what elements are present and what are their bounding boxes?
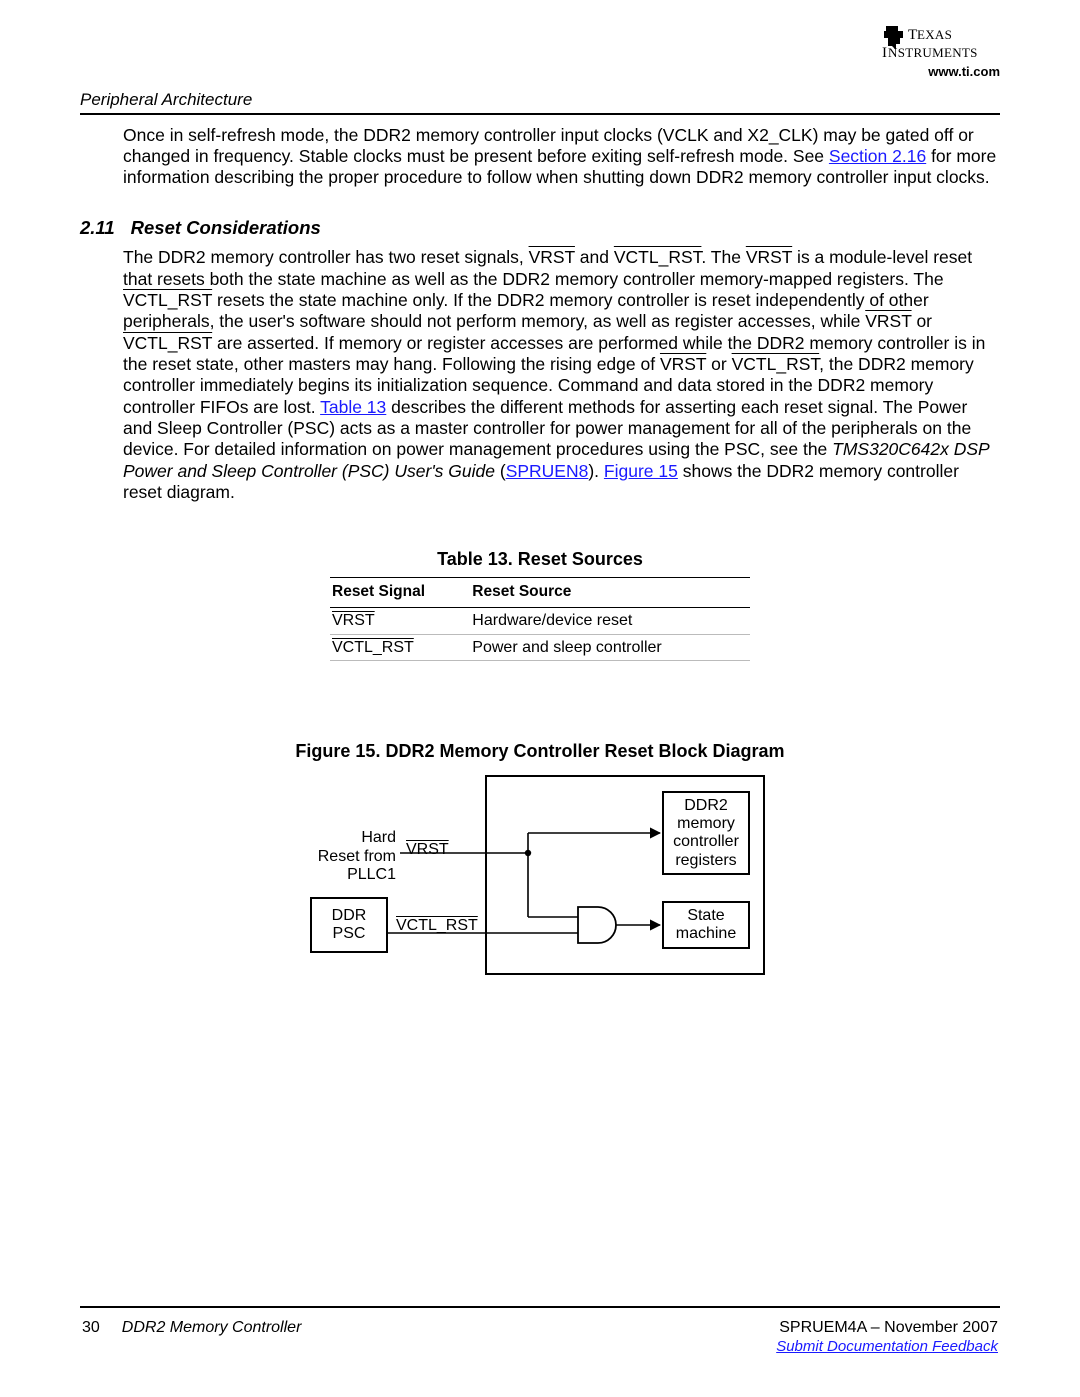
reset-block-diagram: DDR2 memory controller registers State m… — [310, 771, 770, 981]
vctl-rst-label: VCTL_RST — [396, 917, 478, 935]
svg-text:T: T — [908, 27, 917, 43]
section-heading: 2.11 Reset Considerations — [80, 217, 1000, 240]
ti-logo-svg: T EXAS I NSTRUMENTS — [880, 24, 1000, 64]
state-machine-box: State machine — [662, 901, 750, 949]
table-row: VRST Hardware/device reset — [330, 608, 750, 635]
vrst-signal: VRST — [529, 247, 575, 267]
table-caption: Table 13. Reset Sources — [330, 549, 750, 571]
vrst-label: VRST — [406, 841, 449, 859]
ddr-psc-box: DDR PSC — [310, 897, 388, 953]
reset-paragraph: The DDR2 memory controller has two reset… — [123, 247, 1000, 503]
section-label: Peripheral Architecture — [80, 90, 1000, 111]
vctl-rst-signal: VCTL_RST — [614, 247, 702, 267]
page-number: 30 — [82, 1318, 100, 1338]
intro-paragraph: Once in self-refresh mode, the DDR2 memo… — [123, 125, 1000, 189]
ddr2-registers-box: DDR2 memory controller registers — [662, 791, 750, 875]
spruen8-link[interactable]: SPRUEN8 — [506, 461, 589, 481]
table-13-link[interactable]: Table 13 — [320, 397, 386, 417]
table-header-signal: Reset Signal — [330, 578, 470, 608]
hard-reset-label: Hard Reset from PLLC1 — [306, 829, 396, 884]
section-title: Reset Considerations — [131, 217, 321, 240]
table-signal-cell: VCTL_RST — [332, 639, 414, 656]
table-source-cell: Power and sleep controller — [470, 634, 750, 661]
feedback-link[interactable]: Submit Documentation Feedback — [776, 1338, 998, 1355]
footer-pub-id: SPRUEM4A – November 2007 — [776, 1318, 998, 1338]
page-footer: 30 DDR2 Memory Controller SPRUEM4A – Nov… — [80, 1306, 1000, 1357]
table-header-source: Reset Source — [470, 578, 750, 608]
header-rule — [80, 113, 1000, 115]
table-signal-cell: VRST — [332, 612, 375, 629]
figure-15: Figure 15. DDR2 Memory Controller Reset … — [80, 741, 1000, 981]
footer-rule — [80, 1306, 1000, 1308]
reset-sources-table: Reset Signal Reset Source VRST Hardware/… — [330, 577, 750, 661]
svg-text:I: I — [882, 45, 887, 61]
svg-text:EXAS: EXAS — [917, 27, 952, 42]
ti-logo: T EXAS I NSTRUMENTS www.ti.com — [880, 24, 1000, 78]
page-header: T EXAS I NSTRUMENTS www.ti.com — [80, 24, 1000, 80]
figure-15-link[interactable]: Figure 15 — [604, 461, 678, 481]
footer-doc-title: DDR2 Memory Controller — [122, 1318, 302, 1338]
ti-url: www.ti.com — [880, 65, 1000, 78]
section-number: 2.11 — [80, 217, 115, 240]
table-source-cell: Hardware/device reset — [470, 608, 750, 635]
table-13: Table 13. Reset Sources Reset Signal Res… — [330, 549, 750, 661]
section-2-16-link[interactable]: Section 2.16 — [829, 146, 926, 166]
svg-text:NSTRUMENTS: NSTRUMENTS — [888, 45, 978, 60]
figure-caption: Figure 15. DDR2 Memory Controller Reset … — [80, 741, 1000, 763]
table-row: VCTL_RST Power and sleep controller — [330, 634, 750, 661]
